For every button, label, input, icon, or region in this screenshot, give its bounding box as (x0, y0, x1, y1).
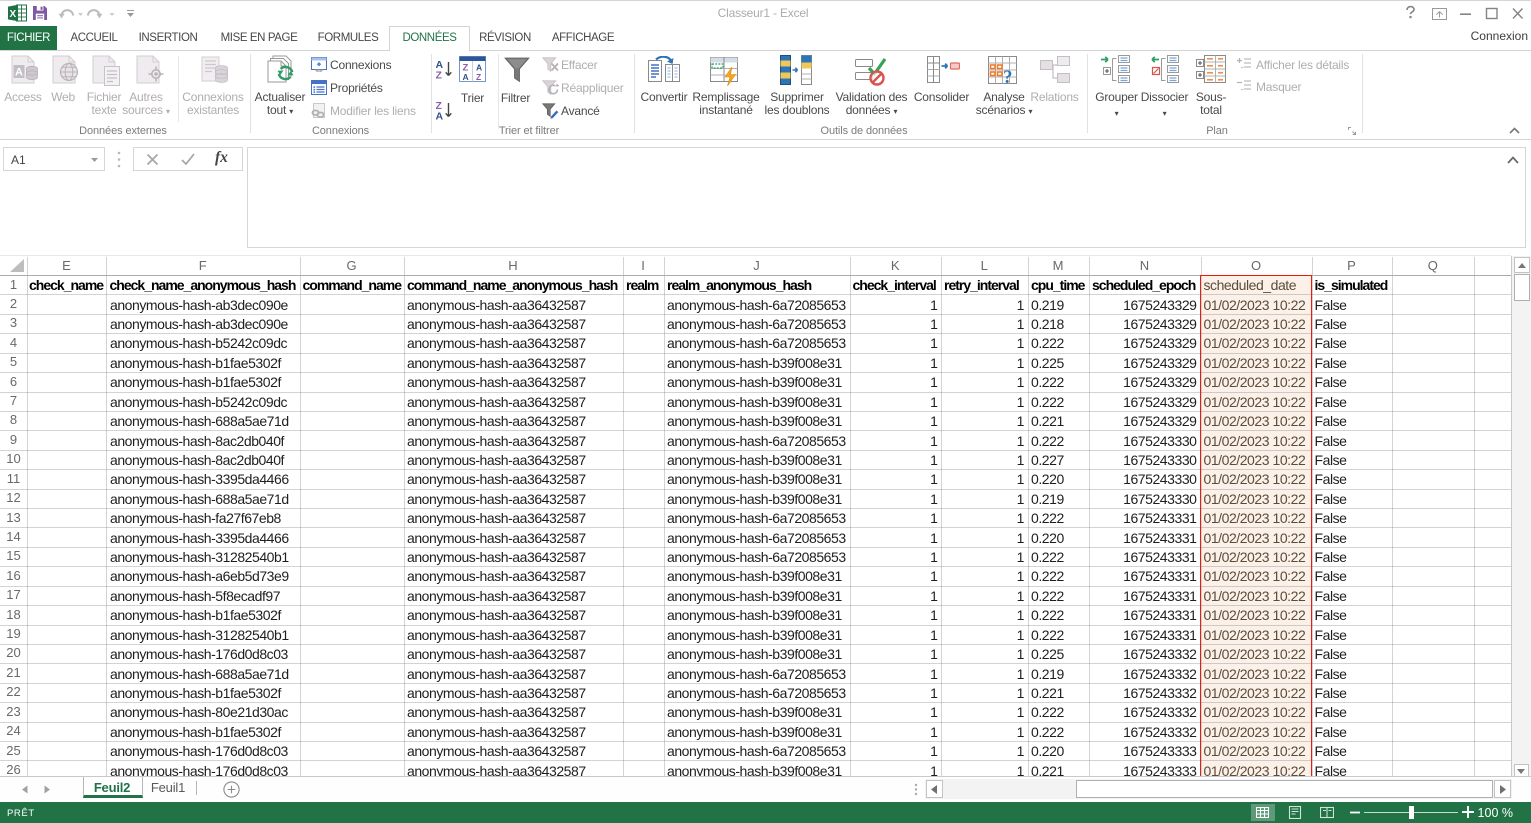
svg-text:A: A (15, 67, 23, 79)
svg-text:X: X (9, 9, 16, 20)
svg-text:A: A (476, 63, 482, 73)
svg-text:A: A (463, 72, 469, 82)
svg-text:A: A (436, 111, 444, 121)
svg-text:Z: Z (476, 72, 481, 82)
svg-text:Z: Z (436, 70, 443, 80)
svg-text:?: ? (1003, 67, 1013, 86)
